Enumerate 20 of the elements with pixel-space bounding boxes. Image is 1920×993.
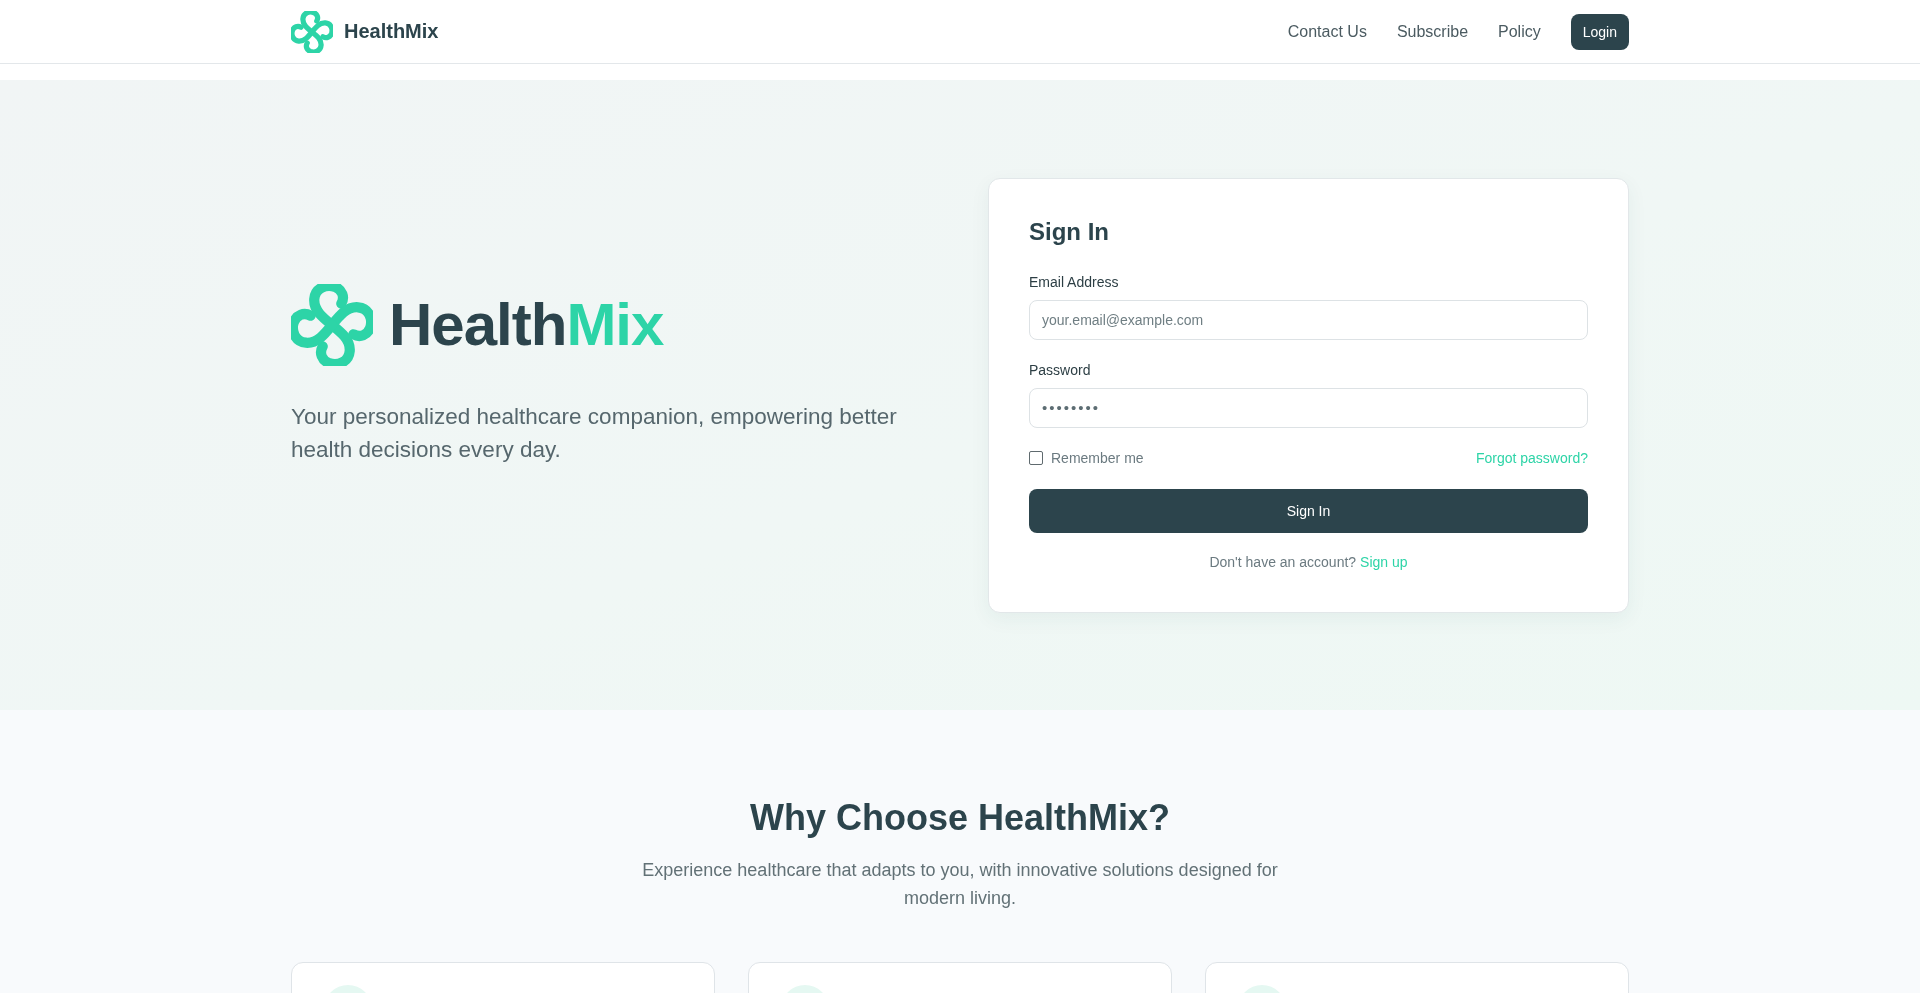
hero-tagline: Your personalized healthcare companion, empowering better health decisions every day.: [291, 403, 898, 464]
email-input[interactable]: your.email@example.com: [1029, 299, 1588, 340]
section-heading: Why Choose HealthMix?: [749, 796, 1171, 840]
signup-prompt: Don't have an account?: [1209, 552, 1357, 572]
brand-name: HealthMix: [344, 20, 439, 43]
login-button[interactable]: Login: [1570, 13, 1629, 50]
logo-icon: [291, 10, 333, 53]
password-input[interactable]: ••••••••: [1029, 387, 1588, 428]
sign-in-button[interactable]: Sign In: [1029, 488, 1588, 533]
logo-icon: [291, 284, 373, 366]
sign-in-title: Sign In: [1029, 216, 1110, 247]
nav-link[interactable]: Contact Us: [1287, 22, 1367, 41]
checkbox[interactable]: [1029, 450, 1043, 465]
section-subtitle: Experience healthcare that adapts to you, with innovative solutions designed for modern living.: [641, 859, 1279, 910]
field-label: Email Address: [1029, 272, 1120, 292]
nav-link[interactable]: Policy: [1498, 22, 1541, 41]
field-label: Password: [1029, 360, 1092, 380]
remember-me-label: Remember me: [1051, 449, 1144, 466]
nav-link[interactable]: Subscribe: [1396, 22, 1469, 41]
brand-wordmark: HealthMix: [389, 292, 664, 358]
